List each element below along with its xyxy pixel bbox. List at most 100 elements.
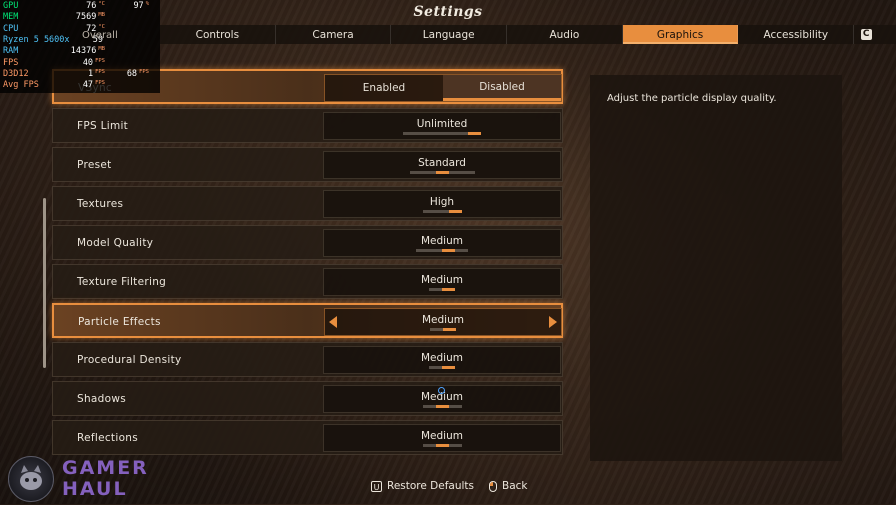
overlay-value-2: 97% (99, 1, 149, 11)
overlay-value: 76 °C (55, 1, 105, 11)
tab-accessibility[interactable]: Accessibility (738, 25, 855, 44)
level-pip (429, 249, 442, 252)
overlay-label: Avg FPS (3, 80, 39, 91)
level-pip (422, 405, 436, 408)
tab-audio[interactable]: Audio (507, 25, 623, 44)
overlay-row: D3D12 (3, 69, 29, 80)
overlay-unit: FPS (95, 57, 105, 64)
setting-value: Medium (421, 274, 463, 286)
setting-label: Preset (77, 159, 112, 171)
setting-row-fps-limit[interactable]: FPS Limit Unlimited (52, 108, 563, 143)
toggle-option-enabled[interactable]: Enabled (325, 75, 443, 101)
level-indicator (324, 405, 560, 408)
setting-row-preset[interactable]: Preset Standard (52, 147, 563, 182)
level-pip (448, 405, 462, 408)
level-pip (430, 328, 443, 331)
level-pip (429, 288, 442, 291)
setting-value: Standard (418, 157, 466, 169)
setting-value-selector[interactable]: Medium (323, 424, 561, 452)
overlay-value: 40 FPS (55, 58, 105, 68)
overlay-value: 7569 MB (55, 12, 105, 22)
watermark-text-line2: HAUL (62, 478, 128, 500)
setting-value-selector[interactable]: Unlimited (323, 112, 561, 140)
overlay-value: 1 FPS (55, 69, 105, 79)
setting-label: Texture Filtering (77, 276, 167, 288)
setting-value-selector[interactable]: Enabled Disabled (324, 74, 562, 102)
arrow-left-icon[interactable] (329, 316, 337, 328)
setting-value-selector[interactable]: Medium (323, 346, 561, 374)
overlay-unit: MB (98, 12, 105, 19)
level-indicator (324, 210, 560, 213)
overlay-unit: FPS (95, 80, 105, 87)
overlay-value-text: 7569 (75, 12, 97, 23)
setting-value-selector[interactable]: Standard (323, 151, 561, 179)
description-panel: Adjust the particle display quality. (590, 75, 842, 461)
level-indicator (324, 366, 560, 369)
setting-value-selector[interactable]: High (323, 190, 561, 218)
level-indicator (324, 171, 560, 174)
level-pip (435, 171, 449, 174)
level-pip (443, 328, 456, 331)
setting-label: Shadows (77, 393, 127, 405)
level-pip (448, 210, 462, 213)
back-button[interactable]: Back (489, 480, 528, 492)
setting-row-procedural-density[interactable]: Procedural Density Medium (52, 342, 563, 377)
level-pip (435, 210, 449, 213)
setting-value-selector[interactable]: Medium (324, 308, 562, 336)
overlay-row: GPU (3, 1, 18, 12)
setting-row-shadows[interactable]: Shadows Medium (52, 381, 563, 416)
level-indicator (324, 444, 560, 447)
mouse-cursor-icon (438, 387, 445, 394)
keyboard-key-icon: C (860, 29, 872, 40)
setting-value: Medium (421, 235, 463, 247)
level-indicator (324, 288, 560, 291)
setting-row-textures[interactable]: Textures High (52, 186, 563, 221)
toggle-option-disabled[interactable]: Disabled (443, 75, 561, 101)
arrow-right-icon[interactable] (549, 316, 557, 328)
restore-defaults-button[interactable]: U Restore Defaults (371, 480, 474, 492)
setting-row-particle-effects[interactable]: Particle Effects Medium (52, 303, 563, 338)
overlay-unit: FPS (139, 68, 149, 75)
level-indicator (324, 132, 560, 135)
tab-controls[interactable]: Controls (160, 25, 276, 44)
level-pip (442, 288, 455, 291)
tab-camera[interactable]: Camera (276, 25, 392, 44)
level-pip (429, 366, 442, 369)
setting-value: Unlimited (416, 118, 468, 130)
overlay-value: 47 FPS (55, 80, 105, 90)
setting-value-selector[interactable]: Medium (323, 268, 561, 296)
level-pip (403, 132, 416, 135)
scrollbar[interactable] (43, 198, 46, 368)
setting-value: High (429, 196, 455, 208)
level-pip (416, 132, 429, 135)
level-pip (448, 444, 462, 447)
setting-row-model-quality[interactable]: Model Quality Medium (52, 225, 563, 260)
level-pip (455, 249, 468, 252)
tab-language[interactable]: Language (391, 25, 508, 44)
overlay-label: FPS (3, 57, 19, 68)
overlay-value-text: 97 (133, 1, 144, 11)
level-pip (409, 171, 423, 174)
cat-mascot-icon (8, 456, 54, 502)
overlay-row: RAM (3, 46, 18, 57)
setting-row-reflections[interactable]: Reflections Medium (52, 420, 563, 455)
hidden-tab-label: Overall (82, 30, 118, 41)
watermark-logo: GAMER HAUL (8, 456, 176, 502)
setting-label: FPS Limit (77, 120, 129, 132)
description-text: Adjust the particle display quality. (607, 93, 777, 104)
setting-value-selector[interactable]: Medium (323, 229, 561, 257)
tab-key-hint[interactable]: C (854, 25, 878, 44)
setting-value: Medium (421, 430, 463, 442)
setting-label: Model Quality (77, 237, 154, 249)
overlay-row: FPS (3, 58, 18, 69)
overlay-value-text: 47 (82, 80, 94, 91)
level-pip (442, 366, 455, 369)
watermark-text-line1: GAMER (62, 457, 149, 479)
setting-value: Medium (421, 352, 463, 364)
tab-graphics[interactable]: Graphics (622, 25, 739, 44)
level-pip (442, 132, 455, 135)
setting-row-texture-filtering[interactable]: Texture Filtering Medium (52, 264, 563, 299)
setting-label: Reflections (77, 432, 139, 444)
overlay-row: Avg FPS (3, 80, 39, 91)
level-pip (461, 171, 475, 174)
